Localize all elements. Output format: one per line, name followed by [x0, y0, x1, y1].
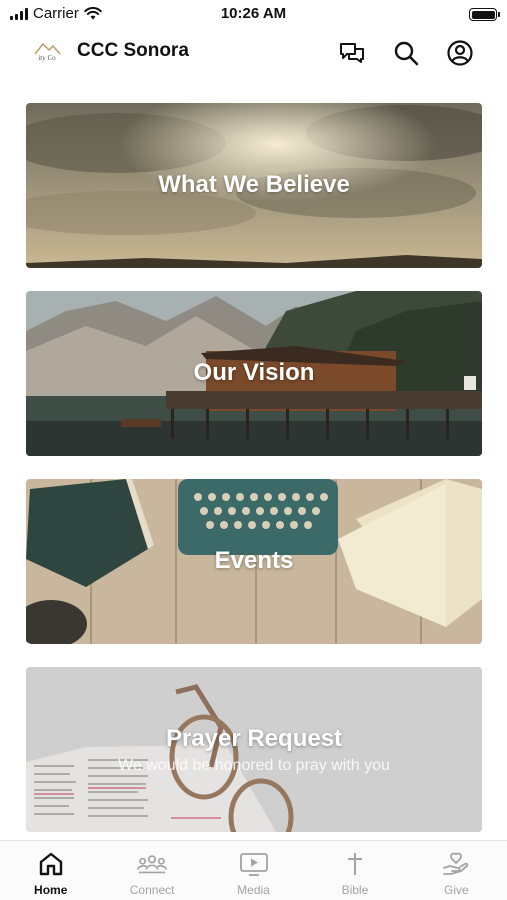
tab-label: Connect	[129, 883, 175, 897]
search-icon[interactable]	[392, 39, 420, 67]
app-title: CCC Sonora	[77, 40, 189, 61]
card-title: Prayer Request	[165, 725, 343, 752]
card-prayer-request[interactable]: Prayer Request We would be honored to pr…	[26, 667, 482, 832]
church-logo: ity Co	[34, 42, 61, 62]
card-title: Our Vision	[193, 359, 315, 386]
heart-hand-icon	[441, 849, 471, 879]
card-title: What We Believe	[158, 171, 350, 198]
card-subtitle: We would be honored to pray with you	[118, 757, 390, 774]
svg-text:ity Co: ity Co	[38, 54, 56, 62]
status-time: 10:26 AM	[220, 5, 287, 22]
cross-icon	[340, 849, 370, 879]
card-events[interactable]: Events	[26, 479, 482, 644]
home-icon	[36, 849, 66, 879]
tab-label: Home	[34, 883, 68, 897]
tab-media[interactable]: Media	[203, 841, 304, 900]
card-title: Events	[214, 547, 294, 574]
content-cards: What We Believe Our Vision Events Prayer…	[26, 103, 482, 855]
tab-label: Media	[237, 883, 270, 897]
battery-icon	[469, 8, 500, 21]
tab-label: Give	[443, 883, 469, 897]
tab-connect[interactable]: Connect	[101, 841, 202, 900]
tab-bar: Home Connect Media Bible Give	[0, 840, 507, 900]
tab-label: Bible	[341, 883, 369, 897]
user-account-icon[interactable]	[446, 39, 474, 67]
status-bar: Carrier 10:26 AM	[0, 0, 507, 30]
tab-home[interactable]: Home	[0, 841, 101, 900]
app-header: ity Co CCC Sonora	[0, 30, 507, 76]
tab-bible[interactable]: Bible	[304, 841, 405, 900]
people-icon	[137, 849, 168, 879]
chat-bubbles-icon[interactable]	[338, 39, 366, 67]
tab-give[interactable]: Give	[406, 841, 507, 900]
card-our-vision[interactable]: Our Vision	[26, 291, 482, 456]
card-what-we-believe[interactable]: What We Believe	[26, 103, 482, 268]
play-screen-icon	[239, 849, 269, 879]
